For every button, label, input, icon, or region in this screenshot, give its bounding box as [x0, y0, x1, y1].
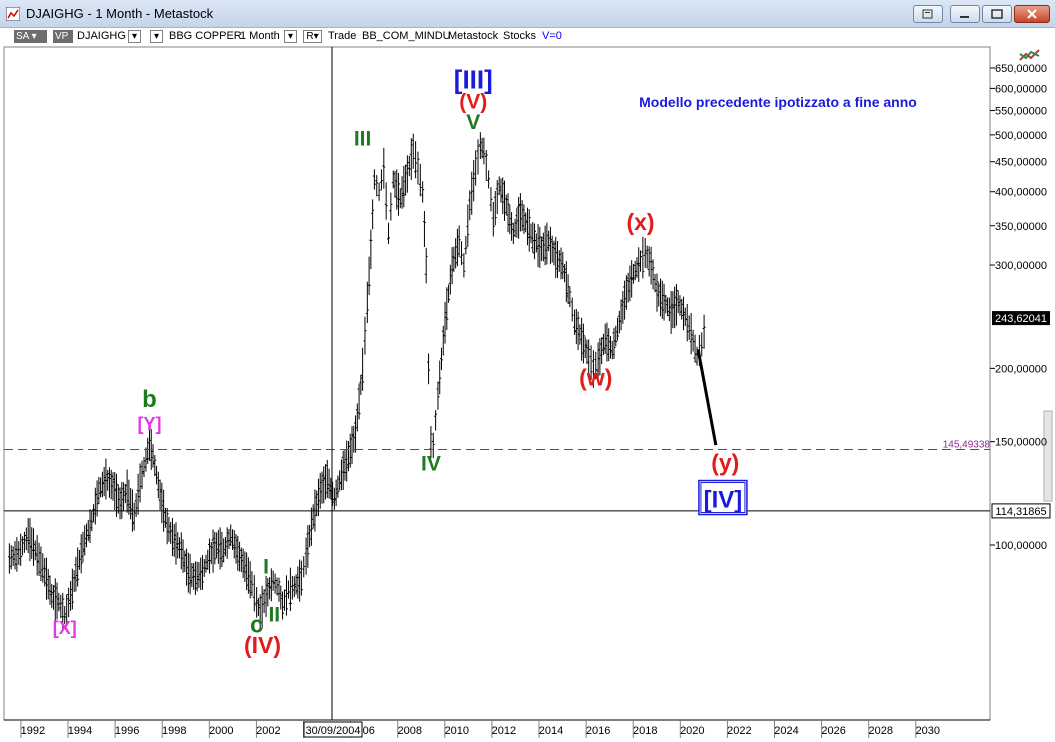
x-tick-label: 2028 — [868, 725, 892, 737]
x-tick-label: 2014 — [539, 725, 563, 737]
x-tick-label: 1998 — [162, 725, 186, 737]
restore-icon — [922, 9, 933, 19]
title-bar: DJAIGHG - 1 Month - Metastock — [0, 0, 1055, 28]
y-tick-label: 150,00000 — [995, 437, 1047, 449]
x-tick-label: 2022 — [727, 725, 751, 737]
sa-button[interactable]: SA ▾ — [14, 30, 47, 43]
y-tick-label: 350,00000 — [995, 221, 1047, 233]
symbol-dropdown[interactable]: ▾ — [128, 30, 141, 43]
x-tick-label: 2018 — [633, 725, 657, 737]
x-tick-label: 2000 — [209, 725, 233, 737]
y-tick-label: 200,00000 — [995, 363, 1047, 375]
trade-label: Trade — [328, 30, 357, 42]
security-name: BBG COPPER — [169, 30, 242, 42]
source-label: Metastock — [448, 30, 499, 42]
wave-label: (V) — [459, 90, 487, 113]
dropdown-icon: ▾ — [313, 31, 319, 42]
sa-label: SA — [16, 31, 29, 42]
wave-label: I — [263, 555, 269, 578]
r-label: R — [306, 31, 314, 42]
x-tick-label: 1996 — [115, 725, 139, 737]
wave-label: b — [142, 386, 157, 413]
wave-label: II — [268, 604, 280, 627]
scrollbar-thumb — [1043, 410, 1053, 502]
y-tick-label: 550,00000 — [995, 106, 1047, 118]
model-note: Modello precedente ipotizzato a fine ann… — [639, 94, 917, 110]
price-chart[interactable]: [III](V)VIIIIV(x)(w)(y)b[Y][X] c(IV)III[I… — [0, 46, 1055, 742]
code-label: BB_COM_MINDU — [362, 30, 451, 42]
restore-chart-button[interactable] — [913, 5, 943, 23]
x-tick-label: 2024 — [774, 725, 798, 737]
x-tick-label: 2012 — [492, 725, 516, 737]
r-dropdown[interactable]: R▾ — [303, 30, 322, 43]
x-tick-label: 1992 — [21, 725, 45, 737]
x-tick-label: 2002 — [256, 725, 280, 737]
wave-label: (x) — [626, 209, 654, 235]
security-dropdown[interactable]: ▾ — [150, 30, 163, 43]
x-tick-label: 2030 — [916, 725, 940, 737]
wave-label: V — [466, 111, 480, 134]
y-tick-label: 500,00000 — [995, 130, 1047, 142]
y-tick-label: 300,00000 — [995, 260, 1047, 272]
dropdown-icon: ▾ — [287, 31, 294, 42]
x-tick-label: 2016 — [586, 725, 610, 737]
wave-label: IV — [421, 452, 441, 475]
period-dropdown[interactable]: ▾ — [284, 30, 297, 43]
minimize-button[interactable] — [950, 5, 980, 23]
chart-toolbar: SA ▾ VP DJAIGHG ▾ ▾ BBG COPPER 1 Month ▾… — [0, 28, 1055, 46]
horizontal-level-label: 145,49338 — [943, 439, 991, 450]
dropdown-icon: ▾ — [153, 31, 160, 42]
type-label: Stocks — [503, 30, 537, 42]
symbol-label: DJAIGHG — [77, 30, 126, 42]
y-tick-label: 400,00000 — [995, 187, 1047, 199]
y-tick-label: 450,00000 — [995, 157, 1047, 169]
cursor-price-label: 114,31865 — [995, 506, 1046, 518]
period-label: 1 Month — [240, 30, 280, 42]
window-title: DJAIGHG - 1 Month - Metastock — [26, 6, 214, 21]
wave-label: [Y] — [137, 414, 161, 434]
v-equals-label: V=0 — [542, 30, 562, 42]
wave-label: (w) — [579, 364, 612, 390]
y-tick-label: 600,00000 — [995, 83, 1047, 95]
maximize-button[interactable] — [982, 5, 1012, 23]
wave-iv-label: [IV] — [704, 487, 743, 514]
close-icon — [1027, 9, 1037, 19]
dropdown-icon: ▾ — [131, 31, 138, 42]
close-button[interactable] — [1014, 5, 1050, 23]
app-icon — [6, 7, 20, 21]
wave-label: [X] — [53, 618, 77, 638]
vp-button[interactable]: VP — [53, 30, 73, 43]
cursor-date-label: 30/09/2004 — [305, 725, 360, 737]
wave-label: (y) — [711, 449, 739, 475]
x-tick-label: 1994 — [68, 725, 92, 737]
maximize-icon — [991, 9, 1003, 19]
wave-label: III — [354, 127, 372, 150]
minimize-icon — [960, 16, 969, 18]
y-tick-label: 100,00000 — [995, 540, 1047, 552]
x-tick-label: 2026 — [821, 725, 845, 737]
x-tick-label: 2020 — [680, 725, 704, 737]
wave-label: (IV) — [244, 632, 281, 658]
y-tick-label: 650,00000 — [995, 63, 1047, 75]
last-price-label: 243,62041 — [995, 313, 1047, 325]
x-tick-label: 2008 — [397, 725, 421, 737]
x-tick-label: 2010 — [445, 725, 469, 737]
